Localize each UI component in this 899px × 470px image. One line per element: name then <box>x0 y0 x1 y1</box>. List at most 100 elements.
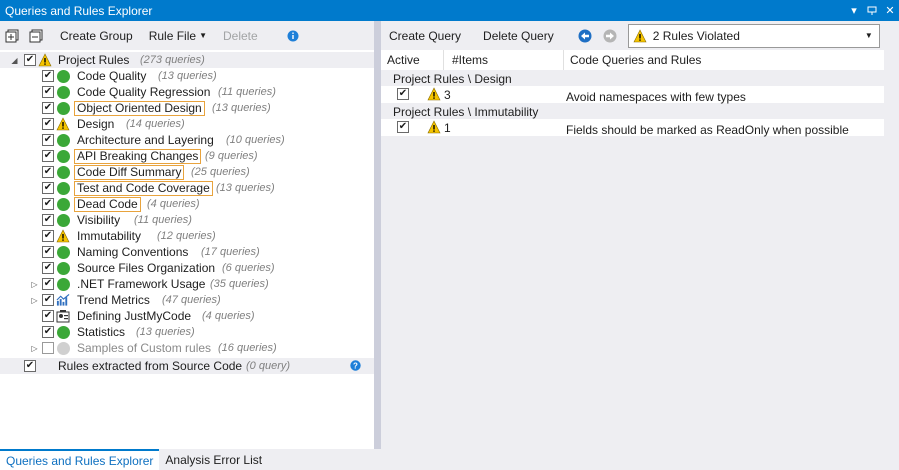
info-icon[interactable] <box>284 27 302 45</box>
delete-button[interactable]: Delete <box>215 25 266 47</box>
tree-item[interactable]: ✔ Statistics (13 queries) <box>0 324 374 340</box>
rules-violated-dropdown[interactable]: 2 Rules Violated ▼ <box>627 23 880 48</box>
tree-item-count: (4 queries) <box>147 198 200 210</box>
tree-item[interactable]: ✔ Source Files Organization (6 queries) <box>0 260 374 276</box>
tree-item[interactable]: ✔ Code Quality (13 queries) <box>0 68 374 84</box>
chevron-down-icon: ▼ <box>199 31 207 40</box>
tree-item-checkbox[interactable]: ✔ <box>42 70 54 82</box>
expand-arrow-icon[interactable]: ▷ <box>30 296 39 305</box>
tree-item-count: (10 queries) <box>226 134 285 146</box>
expand-all-icon[interactable] <box>3 27 21 45</box>
tree-item-checkbox[interactable]: ✔ <box>42 262 54 274</box>
status-ok-icon <box>56 325 70 339</box>
tree-item[interactable]: ✔ Defining JustMyCode (4 queries) <box>0 308 374 324</box>
tree-row-source-rules[interactable]: ✔ Rules extracted from Source Code (0 qu… <box>0 358 374 374</box>
tree-item-checkbox[interactable]: ✔ <box>42 230 54 242</box>
delete-query-button[interactable]: Delete Query <box>475 25 562 47</box>
tree-item[interactable]: ✔ Dead Code (4 queries) <box>0 196 374 212</box>
source-rules-count: (0 query) <box>246 360 291 372</box>
tree-item-label: Code Quality <box>77 69 147 83</box>
tree-item-checkbox[interactable]: ✔ <box>42 118 54 130</box>
results-panel: Create Query Delete Query 2 Rules Violat… <box>381 21 899 449</box>
warning-icon <box>56 229 70 243</box>
column-header-active[interactable]: Active <box>381 50 444 70</box>
tree-item[interactable]: ✔ Code Quality Regression (11 queries) <box>0 84 374 100</box>
expand-arrow-icon[interactable]: ▷ <box>30 344 39 353</box>
tree-item-count: (4 queries) <box>202 310 255 322</box>
source-rules-label: Rules extracted from Source Code <box>58 359 243 373</box>
svg-text:?: ? <box>353 362 358 371</box>
collapse-all-icon[interactable] <box>27 27 45 45</box>
tree-item[interactable]: ▷ ✔ Trend Metrics (47 queries) <box>0 292 374 308</box>
help-icon[interactable]: ? <box>350 360 361 374</box>
column-header-items[interactable]: #Items <box>444 50 564 70</box>
group-header: Project Rules \ Design <box>393 72 512 86</box>
tree-item[interactable]: ✔ Architecture and Layering (10 queries) <box>0 132 374 148</box>
tree-item-count: (13 queries) <box>216 182 275 194</box>
root-checkbox[interactable]: ✔ <box>24 54 36 66</box>
tree-item-checkbox[interactable]: ✔ <box>42 86 54 98</box>
tree-item-checkbox[interactable]: ✔ <box>42 310 54 322</box>
status-ok-icon <box>56 181 70 195</box>
trend-chart-icon <box>56 293 70 307</box>
dropdown-icon[interactable]: ▾ <box>845 0 863 21</box>
close-icon[interactable]: ✕ <box>881 0 899 21</box>
tree-item[interactable]: ✔ Object Oriented Design (13 queries) <box>0 100 374 116</box>
warning-icon <box>38 53 52 67</box>
root-count: (273 queries) <box>140 54 205 66</box>
tree-item-count: (35 queries) <box>210 278 269 290</box>
tree-item-checkbox[interactable]: ✔ <box>42 214 54 226</box>
tree-item-checkbox[interactable]: ✔ <box>42 278 54 290</box>
tree-item-checkbox[interactable]: ✔ <box>42 134 54 146</box>
source-rules-checkbox[interactable]: ✔ <box>24 360 36 372</box>
tree-item-count: (11 queries) <box>218 86 276 98</box>
tree-item-checkbox[interactable]: ✔ <box>42 326 54 338</box>
table-row[interactable]: ✔ 1 Fields should be marked as ReadOnly … <box>381 119 884 137</box>
tree-item-label: Defining JustMyCode <box>77 309 192 323</box>
tree-item-count: (25 queries) <box>191 166 250 178</box>
create-group-button[interactable]: Create Group <box>52 25 141 47</box>
create-query-button[interactable]: Create Query <box>381 25 469 47</box>
tree-item-label: Visibility <box>77 213 121 227</box>
table-row[interactable]: ✔ 3 Avoid namespaces with few types <box>381 86 884 104</box>
forward-arrow-icon[interactable] <box>601 27 619 45</box>
tree-root-project-rules[interactable]: ◢ ✔ Project Rules (273 queries) <box>0 52 374 68</box>
tree-item-checkbox[interactable]: ✔ <box>42 182 54 194</box>
tree-item[interactable]: ✔ Test and Code Coverage (13 queries) <box>0 180 374 196</box>
tree-item[interactable]: ✔ Design (14 queries) <box>0 116 374 132</box>
tree-item-count: (12 queries) <box>157 230 216 242</box>
active-checkbox[interactable]: ✔ <box>397 88 409 100</box>
rule-file-button[interactable]: Rule File ▼ <box>141 25 215 47</box>
tree-item-checkbox[interactable]: ✔ <box>42 166 54 178</box>
tree-item[interactable]: ✔ Code Diff Summary (25 queries) <box>0 164 374 180</box>
expand-arrow-icon[interactable]: ▷ <box>30 280 39 289</box>
tab-analysis-error-list[interactable]: Analysis Error List <box>159 449 268 470</box>
tree-item-checkbox[interactable]: ✔ <box>42 294 54 306</box>
tree-item[interactable]: ▷ ✔ .NET Framework Usage (35 queries) <box>0 276 374 292</box>
expand-arrow-icon[interactable]: ◢ <box>10 56 19 65</box>
tree-item-checkbox[interactable]: ✔ <box>42 102 54 114</box>
status-disabled-icon <box>56 341 70 355</box>
column-header-rule[interactable]: Code Queries and Rules <box>564 50 884 70</box>
tree-item-label: Source Files Organization <box>77 261 216 275</box>
tab-queries-and-rules-explorer[interactable]: Queries and Rules Explorer <box>0 449 160 470</box>
tree-item-checkbox[interactable]: ✔ <box>42 198 54 210</box>
active-checkbox[interactable]: ✔ <box>397 121 409 133</box>
pin-icon[interactable] <box>863 0 881 21</box>
tree-item[interactable]: ✔ API Breaking Changes (9 queries) <box>0 148 374 164</box>
panel-splitter[interactable] <box>374 21 381 449</box>
back-arrow-icon[interactable] <box>576 27 594 45</box>
tree-item[interactable]: ✔ Visibility (11 queries) <box>0 212 374 228</box>
rule-name[interactable]: Avoid namespaces with few types <box>566 90 746 104</box>
tree-item[interactable]: ▷ Samples of Custom rules (16 queries) <box>0 340 374 356</box>
tree-item[interactable]: ✔ Immutability (12 queries) <box>0 228 374 244</box>
tree-item-checkbox[interactable] <box>42 342 54 354</box>
tree-item[interactable]: ✔ Naming Conventions (17 queries) <box>0 244 374 260</box>
status-ok-icon <box>56 133 70 147</box>
items-count: 1 <box>444 121 451 135</box>
tree-item-count: (9 queries) <box>205 150 258 162</box>
tree-item-count: (16 queries) <box>218 342 277 354</box>
rule-name[interactable]: Fields should be marked as ReadOnly when… <box>566 123 849 137</box>
tree-item-checkbox[interactable]: ✔ <box>42 150 54 162</box>
tree-item-checkbox[interactable]: ✔ <box>42 246 54 258</box>
